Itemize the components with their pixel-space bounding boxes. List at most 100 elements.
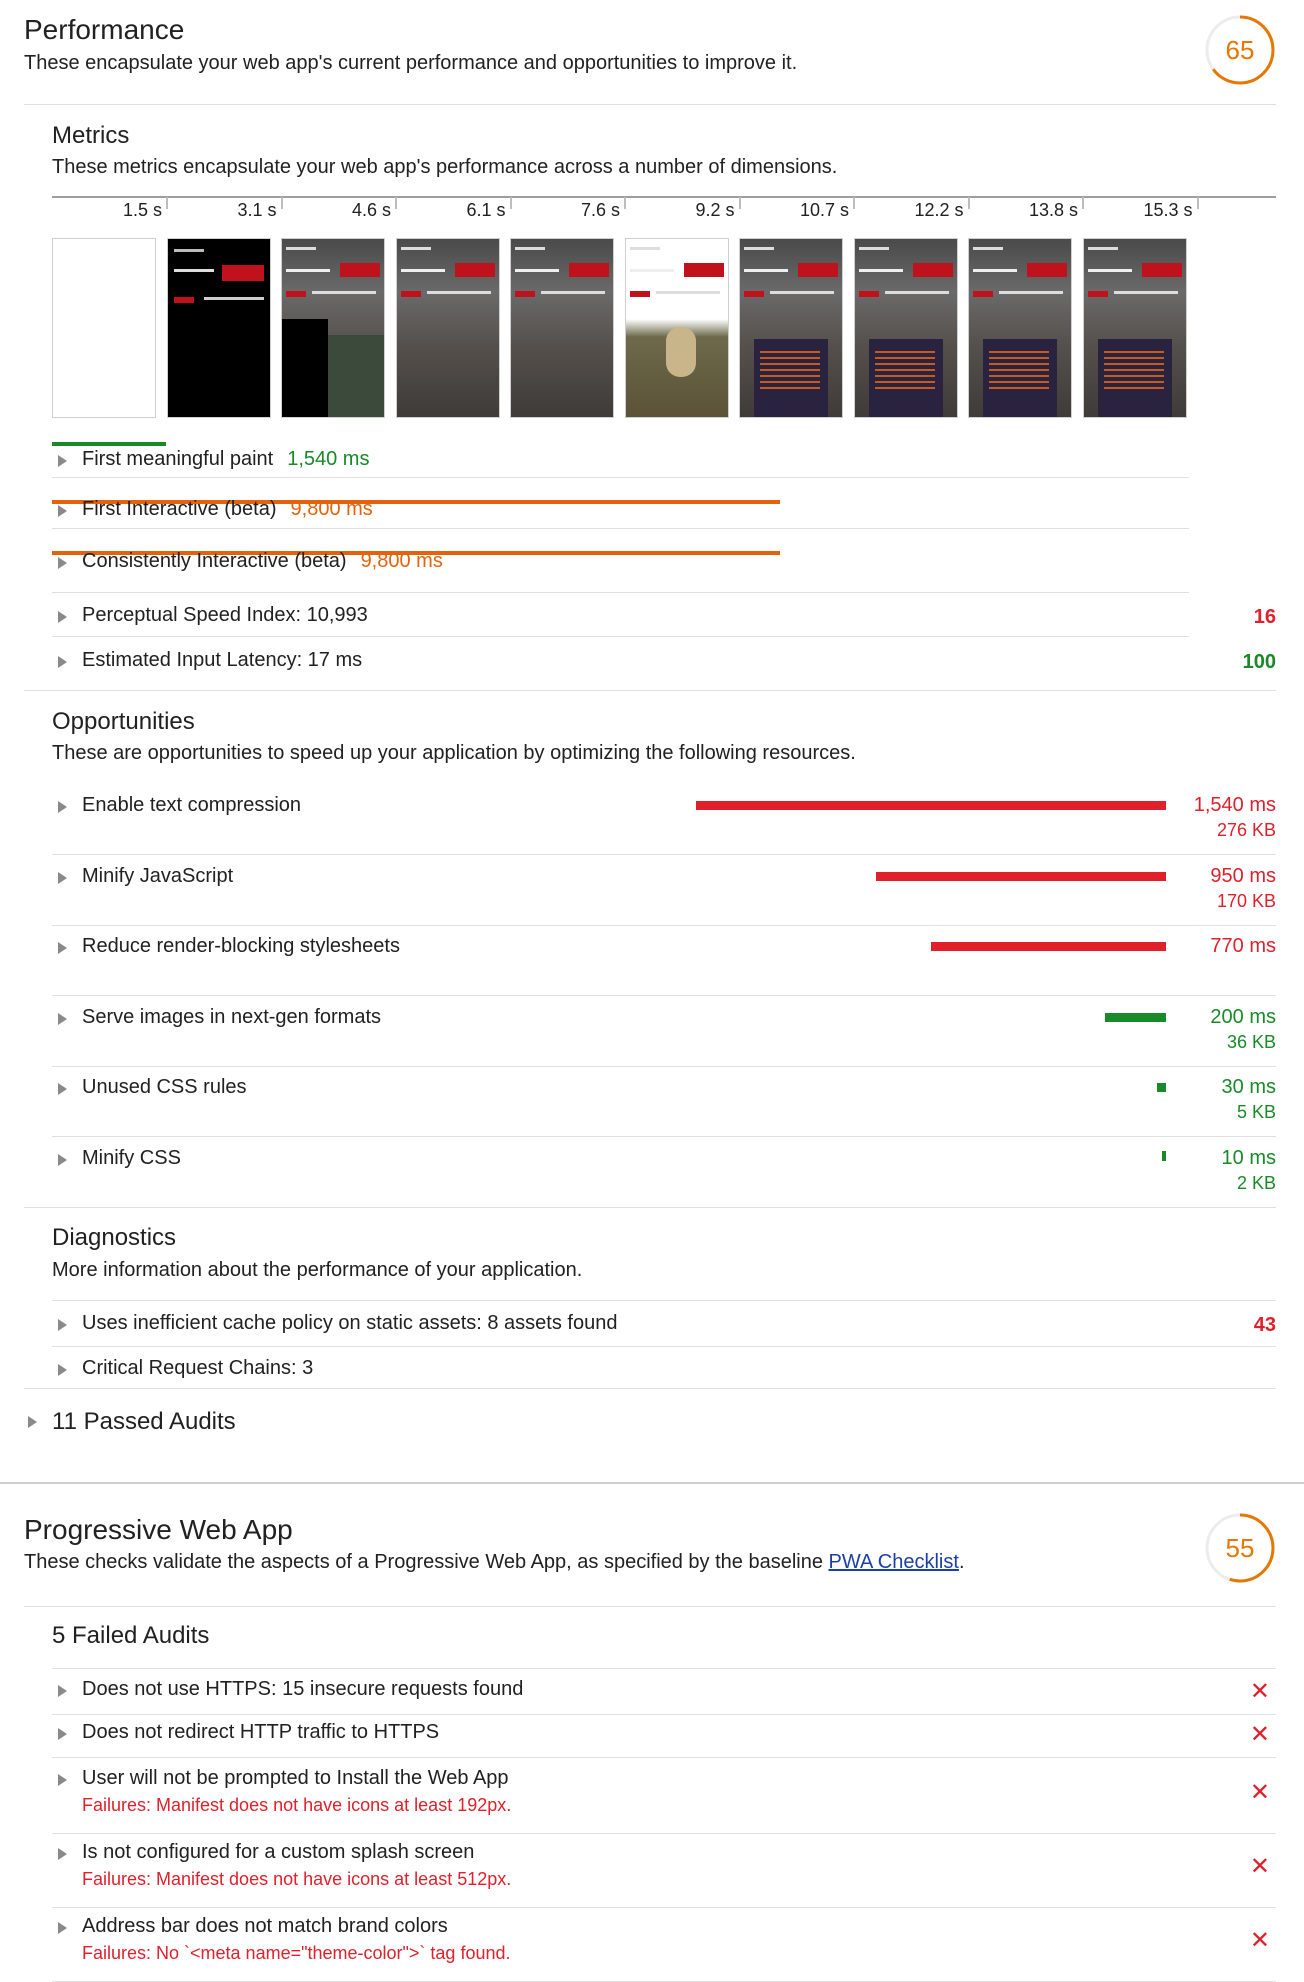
metric-name: Consistently Interactive (beta) bbox=[82, 550, 347, 572]
passed-audits-toggle[interactable]: 11 Passed Audits bbox=[24, 1408, 424, 1438]
opportunity-size-savings: 36 KB bbox=[1226, 1031, 1276, 1052]
opportunity-row[interactable]: Enable text compression 1,540 ms 276 KB bbox=[52, 794, 1276, 854]
filmstrip-frame bbox=[510, 238, 614, 418]
opportunity-row[interactable]: Minify JavaScript 950 ms 170 KB bbox=[52, 865, 1276, 925]
performance-description: These encapsulate your web app's current… bbox=[24, 52, 798, 74]
metric-label: Consistently Interactive (beta) 9,800 ms bbox=[82, 550, 443, 573]
filmstrip-frame bbox=[281, 238, 385, 418]
failed-audits-title: 5 Failed Audits bbox=[52, 1622, 210, 1649]
failed-audit-row[interactable]: Does not redirect HTTP traffic to HTTPS ✕ bbox=[52, 1721, 1276, 1755]
divider bbox=[24, 1606, 1276, 1607]
failed-audit-row[interactable]: Is not configured for a custom splash sc… bbox=[52, 1841, 1276, 1905]
divider bbox=[24, 1388, 1276, 1389]
performance-title: Performance bbox=[24, 14, 185, 45]
opportunity-savings-bar bbox=[931, 942, 1166, 952]
divider bbox=[52, 477, 1189, 478]
filmstrip-time-label: 1.5 s bbox=[122, 200, 162, 220]
diagnostic-label: Critical Request Chains: 3 bbox=[82, 1357, 314, 1379]
expand-triangle-icon bbox=[58, 557, 67, 569]
metric-label: Estimated Input Latency: 17 ms bbox=[82, 649, 362, 672]
expand-triangle-icon bbox=[58, 1154, 67, 1166]
failed-audit-row[interactable]: Does not use HTTPS: 15 insecure requests… bbox=[52, 1678, 1276, 1712]
metric-row[interactable]: Estimated Input Latency: 17 ms 100 bbox=[52, 649, 1276, 679]
filmstrip-time-label: 7.6 s bbox=[580, 200, 620, 220]
divider bbox=[52, 1136, 1276, 1138]
filmstrip-time-label: 15.3 s bbox=[1143, 200, 1193, 220]
opportunity-row[interactable]: Unused CSS rules 30 ms 5 KB bbox=[52, 1076, 1276, 1136]
failed-audit-label: Does not use HTTPS: 15 insecure requests… bbox=[82, 1678, 524, 1700]
expand-triangle-icon bbox=[58, 1319, 67, 1331]
divider bbox=[24, 104, 1276, 105]
expand-triangle-icon bbox=[58, 1848, 67, 1860]
metric-row[interactable]: First Interactive (beta) 9,800 ms bbox=[52, 498, 1276, 528]
filmstrip-time-label: 9.2 s bbox=[695, 200, 735, 220]
opportunity-time-savings: 950 ms bbox=[1210, 864, 1276, 887]
opportunity-row[interactable]: Serve images in next-gen formats 200 ms 36… bbox=[52, 1006, 1276, 1066]
opportunity-savings-bar bbox=[1162, 1151, 1166, 1161]
divider bbox=[52, 1714, 1276, 1715]
metric-name: First Interactive (beta) bbox=[82, 498, 277, 520]
pwa-description-text: These checks validate the aspects of a P… bbox=[24, 1551, 829, 1573]
pwa-checklist-link[interactable]: PWA Checklist bbox=[829, 1551, 959, 1573]
failed-audit-row[interactable]: Address bar does not match brand colors F… bbox=[52, 1915, 1276, 1979]
opportunity-row[interactable]: Reduce render-blocking stylesheets 770 ms bbox=[52, 935, 1276, 995]
expand-triangle-icon bbox=[58, 1728, 67, 1740]
filmstrip-time-label: 3.1 s bbox=[237, 200, 277, 220]
expand-triangle-icon bbox=[58, 1685, 67, 1697]
divider bbox=[52, 995, 1276, 997]
opportunity-row[interactable]: Minify CSS 10 ms 2 KB bbox=[52, 1147, 1276, 1207]
report: Performance These encapsulate your web a… bbox=[0, 0, 1304, 1982]
close-icon: ✕ bbox=[1249, 1678, 1270, 1705]
opportunity-label: Minify JavaScript bbox=[82, 864, 234, 887]
opportunity-size-savings: 170 KB bbox=[1216, 890, 1276, 911]
filmstrip-axis bbox=[52, 196, 1276, 198]
close-icon: ✕ bbox=[1249, 1779, 1270, 1806]
diagnostic-row[interactable]: Uses inefficient cache policy on static … bbox=[52, 1312, 1276, 1342]
failed-audit-row[interactable]: User will not be prompted to Install the… bbox=[52, 1767, 1276, 1831]
opportunity-size-savings: 5 KB bbox=[1236, 1102, 1276, 1123]
expand-triangle-icon bbox=[58, 611, 67, 623]
filmstrip-frame bbox=[166, 238, 271, 418]
pwa-description-suffix: . bbox=[958, 1551, 965, 1573]
pwa-title: Progressive Web App bbox=[24, 1514, 293, 1545]
failed-audit-detail: Failures: Manifest does not have icons a… bbox=[82, 1869, 512, 1889]
performance-score: 65 bbox=[1225, 35, 1255, 65]
opportunity-label: Unused CSS rules bbox=[82, 1076, 247, 1099]
divider bbox=[52, 1757, 1276, 1758]
opportunity-time-savings: 30 ms bbox=[1221, 1076, 1276, 1099]
pwa-category: Progressive Web App These checks validat… bbox=[0, 1484, 1304, 1982]
filmstrip-frame bbox=[624, 238, 729, 418]
diagnostic-label: Uses inefficient cache policy on static … bbox=[82, 1312, 618, 1334]
opportunity-time-savings: 10 ms bbox=[1221, 1147, 1276, 1169]
diagnostics-title: Diagnostics bbox=[52, 1224, 177, 1251]
opportunity-time-savings: 200 ms bbox=[1210, 1005, 1276, 1028]
divider bbox=[24, 1207, 1276, 1208]
divider bbox=[52, 528, 1189, 529]
pwa-score-gauge: 55 bbox=[1204, 1512, 1276, 1584]
expand-triangle-icon bbox=[58, 1083, 67, 1096]
metric-row[interactable]: Perceptual Speed Index: 10,993 16 bbox=[52, 604, 1276, 634]
expand-triangle-icon bbox=[58, 871, 67, 884]
metric-label: First Interactive (beta) 9,800 ms bbox=[82, 498, 373, 521]
expand-triangle-icon bbox=[58, 942, 67, 955]
opportunity-size-savings: 276 KB bbox=[1216, 820, 1276, 840]
opportunity-label: Reduce render-blocking stylesheets bbox=[82, 935, 400, 958]
filmstrip-time-label: 4.6 s bbox=[351, 200, 391, 220]
metric-score: 100 bbox=[1242, 651, 1276, 673]
failed-audit-label: User will not be prompted to Install the… bbox=[82, 1767, 509, 1789]
expand-triangle-icon bbox=[58, 1364, 67, 1376]
performance-score-gauge: 65 bbox=[1204, 14, 1276, 86]
expand-triangle-icon bbox=[58, 505, 67, 517]
divider bbox=[52, 1833, 1276, 1834]
metric-row[interactable]: Consistently Interactive (beta) 9,800 ms bbox=[52, 550, 1276, 580]
close-icon: ✕ bbox=[1249, 1721, 1270, 1748]
metrics-description: These metrics encapsulate your web app's… bbox=[52, 156, 838, 178]
opportunity-time-savings: 770 ms bbox=[1210, 935, 1276, 958]
opportunity-savings-bar bbox=[876, 871, 1166, 881]
filmstrip-tick bbox=[1196, 197, 1199, 209]
metric-label: First meaningful paint 1,540 ms bbox=[82, 448, 369, 471]
diagnostic-row[interactable]: Critical Request Chains: 3 bbox=[52, 1357, 1276, 1387]
filmstrip-time-label: 12.2 s bbox=[914, 200, 964, 220]
metric-row[interactable]: First meaningful paint 1,540 ms bbox=[52, 448, 1276, 478]
divider bbox=[52, 636, 1189, 637]
